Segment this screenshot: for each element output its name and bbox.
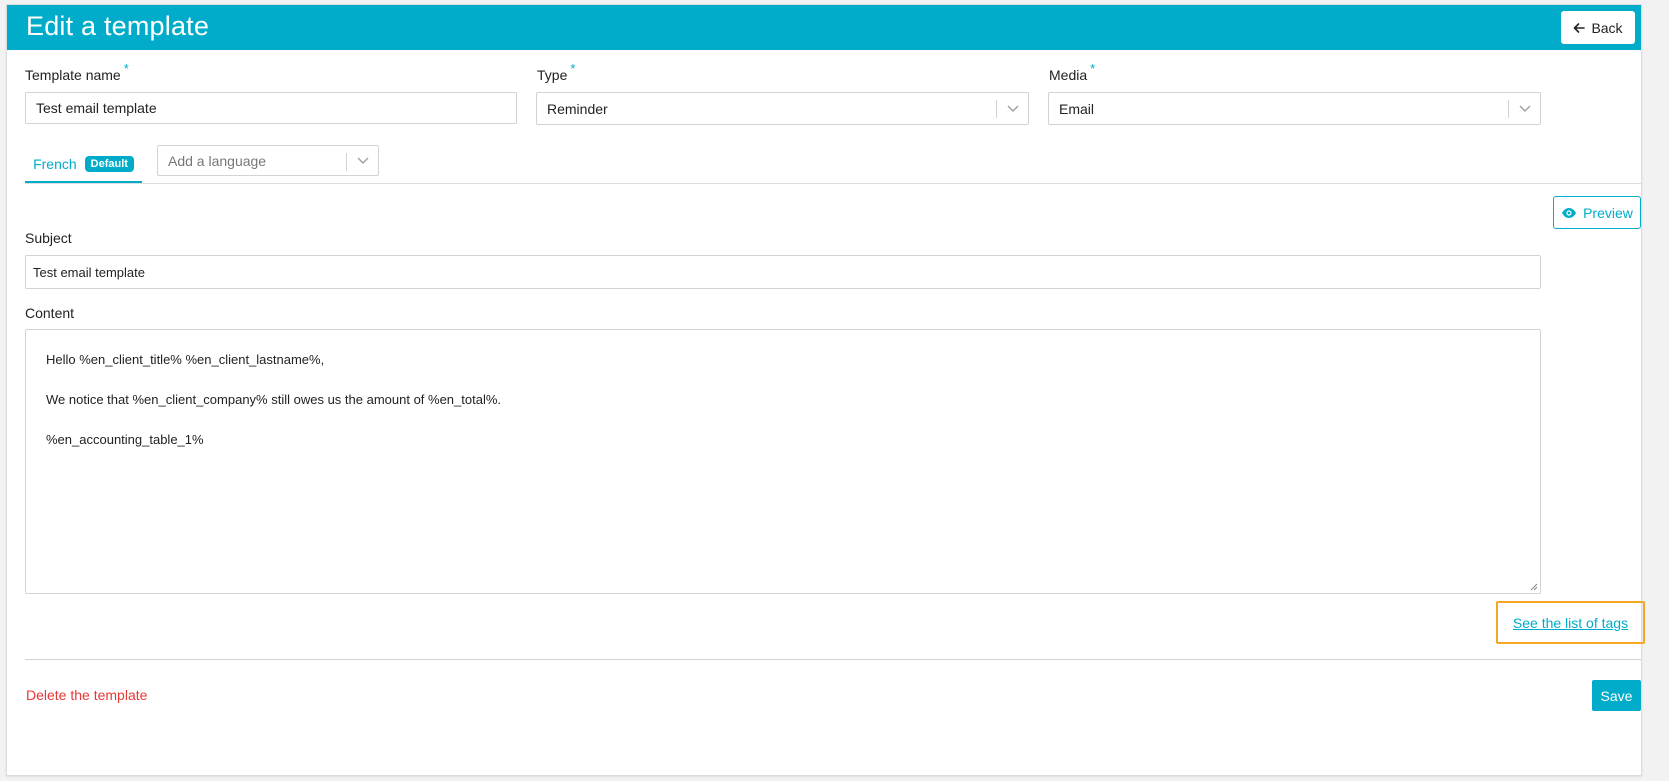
- add-language-placeholder: Add a language: [168, 152, 267, 169]
- subject-label: Subject: [25, 230, 72, 246]
- default-badge: Default: [84, 155, 134, 172]
- preview-button-label: Preview: [1583, 204, 1633, 221]
- back-button[interactable]: Back: [1561, 11, 1635, 44]
- media-value: Email: [1059, 100, 1095, 117]
- template-name-input[interactable]: Test email template: [25, 92, 517, 124]
- select-separator: [996, 100, 997, 118]
- type-value: Reminder: [547, 100, 608, 117]
- chevron-down-icon: [1007, 105, 1019, 112]
- delete-template-link[interactable]: Delete the template: [26, 687, 147, 703]
- preview-button[interactable]: Preview: [1553, 196, 1641, 229]
- required-mark: *: [570, 61, 576, 76]
- tab-french[interactable]: French Default: [25, 146, 142, 183]
- media-label: Media *: [1049, 61, 1096, 83]
- edit-template-card: Edit a template Back Template name * Test…: [6, 4, 1645, 776]
- select-separator: [1508, 100, 1509, 118]
- content-textarea[interactable]: Hello %en_client_title% %en_client_lastn…: [25, 329, 1541, 594]
- content-label: Content: [25, 305, 75, 321]
- select-separator: [346, 153, 347, 171]
- chevron-down-icon: [1519, 105, 1531, 112]
- footer-divider: [25, 659, 1641, 660]
- chevron-down-icon: [357, 157, 369, 164]
- tags-link-highlight: See the list of tags: [1496, 601, 1645, 644]
- required-mark: *: [1090, 61, 1096, 76]
- tabs-divider: [25, 183, 1641, 184]
- back-button-label: Back: [1591, 19, 1623, 36]
- subject-value: Test email template: [33, 264, 145, 280]
- type-label: Type *: [537, 61, 576, 83]
- content-line: Hello %en_client_title% %en_client_lastn…: [46, 352, 325, 367]
- content-line: %en_accounting_table_1%: [46, 432, 204, 447]
- arrow-left-icon: [1574, 22, 1586, 33]
- resize-handle-icon[interactable]: [1529, 582, 1538, 591]
- add-language-select[interactable]: Add a language: [157, 145, 379, 176]
- template-name-value: Test email template: [36, 100, 157, 116]
- save-button[interactable]: Save: [1592, 680, 1641, 711]
- required-mark: *: [123, 61, 129, 76]
- page-title: Edit a template: [26, 11, 210, 41]
- tab-french-label: French: [33, 155, 77, 172]
- subject-input[interactable]: Test email template: [25, 255, 1541, 289]
- page-header: Edit a template Back: [7, 5, 1641, 50]
- see-tags-link[interactable]: See the list of tags: [1513, 615, 1628, 631]
- content-line: We notice that %en_client_company% still…: [46, 392, 502, 407]
- eye-icon: [1562, 207, 1577, 218]
- type-select[interactable]: Reminder: [536, 92, 1029, 125]
- template-name-label: Template name *: [25, 61, 129, 83]
- media-select[interactable]: Email: [1048, 92, 1541, 125]
